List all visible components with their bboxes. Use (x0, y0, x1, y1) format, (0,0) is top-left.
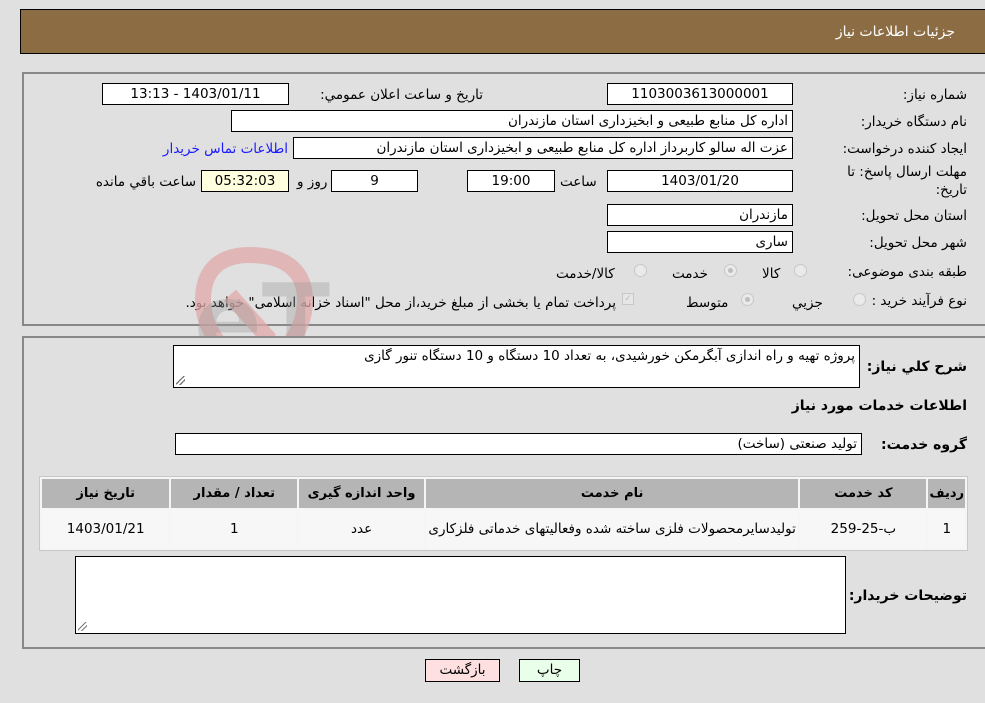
buyer-org-label: نام دستگاه خریدار: (860, 114, 967, 130)
category-radio-goods-service[interactable] (634, 264, 647, 277)
buyer-notes-textarea[interactable] (75, 556, 846, 634)
col-header-service-name: نام خدمت (425, 479, 799, 508)
need-number-label: شماره نیاز: (902, 87, 967, 103)
page-title: جزئیات اطلاعات نیاز (835, 24, 955, 40)
table-row: 1 ب-25-259 تولیدسایرمحصولات فلزی ساخته ش… (42, 510, 965, 548)
delivery-province-label: استان محل تحویل: (861, 208, 967, 224)
cell-service-code: ب-25-259 (800, 510, 927, 548)
category-option-service: خدمت (672, 266, 708, 282)
col-header-need-date: تاریخ نیاز (42, 479, 170, 508)
purchase-type-label: نوع فرآیند خرید : (871, 293, 967, 309)
description-text: پروژه تهیه و راه اندازی آبگرمکن خورشیدی،… (364, 348, 855, 364)
resize-grip-icon[interactable] (176, 376, 185, 385)
col-header-row-number: رديف (928, 479, 965, 508)
buyer-org-field: اداره کل منابع طبیعی و ابخیزداری استان م… (231, 110, 793, 132)
cell-service-name: تولیدسایرمحصولات فلزی ساخته شده وفعالیته… (425, 510, 799, 548)
deadline-time-label: ساعت (560, 174, 597, 190)
description-textarea[interactable]: پروژه تهیه و راه اندازی آبگرمکن خورشیدی،… (173, 345, 860, 388)
category-radio-goods[interactable] (794, 264, 807, 277)
delivery-city-label: شهر محل تحویل: (869, 235, 967, 251)
service-group-label: گروه خدمت: (881, 437, 967, 453)
table-header-row: رديف کد خدمت نام خدمت واحد اندازه گیری ت… (42, 479, 965, 508)
days-label: روز و (297, 174, 328, 190)
delivery-province-field: مازندران (607, 204, 793, 226)
description-label: شرح کلي نياز: (866, 359, 967, 375)
purchase-type-option-minor: جزيي (792, 295, 823, 311)
cell-quantity: 1 (171, 510, 298, 548)
purchase-type-option-medium: متوسط (686, 295, 729, 311)
deadline-time-field: 19:00 (467, 170, 555, 192)
category-option-goods-service: کالا/خدمت (556, 266, 615, 282)
time-remaining-label: ساعت باقي مانده (95, 174, 196, 190)
service-group-field: تولید صنعتی (ساخت) (175, 433, 862, 455)
need-number-field: 1103003613000001 (607, 83, 793, 105)
days-remaining-field: 9 (331, 170, 418, 192)
cell-need-date: 1403/01/21 (42, 510, 170, 548)
deadline-date-field: 1403/01/20 (607, 170, 793, 192)
services-table: رديف کد خدمت نام خدمت واحد اندازه گیری ت… (39, 476, 968, 551)
col-header-quantity: تعداد / مقدار (171, 479, 298, 508)
announce-datetime-label: تاریخ و ساعت اعلان عمومي: (320, 87, 483, 103)
print-button[interactable]: چاپ (519, 659, 580, 682)
services-section-title: اطلاعات خدمات مورد نياز (791, 398, 967, 414)
cell-unit: عدد (299, 510, 424, 548)
purchase-type-radio-minor[interactable] (853, 293, 866, 306)
requester-field: عزت اله سالو کاربرداز اداره کل منابع طبی… (293, 137, 793, 159)
buyer-contact-link[interactable]: اطلاعات تماس خریدار (155, 141, 288, 157)
back-button[interactable]: بازگشت (425, 659, 500, 682)
treasury-note: پرداخت تمام یا بخشی از مبلغ خرید،از محل … (185, 295, 616, 311)
category-radio-service[interactable] (724, 264, 737, 277)
buyer-notes-label: توضیحات خریدار: (848, 588, 967, 604)
requester-label: ایجاد کننده درخواست: (842, 141, 967, 157)
time-remaining-field: 05:32:03 (201, 170, 289, 192)
deadline-label: مهلت ارسال پاسخ: تا (847, 164, 967, 180)
deadline-label-date: تاریخ: (935, 182, 967, 198)
purchase-type-radio-medium[interactable] (741, 293, 754, 306)
cell-row-number: 1 (928, 510, 965, 548)
treasury-checkbox[interactable]: ✓ (622, 293, 634, 305)
category-option-goods: کالا (762, 266, 781, 282)
col-header-service-code: کد خدمت (800, 479, 927, 508)
resize-grip-icon[interactable] (78, 622, 87, 631)
announce-datetime-field: 1403/01/11 - 13:13 (102, 83, 289, 105)
col-header-unit: واحد اندازه گیری (299, 479, 424, 508)
category-label: طبقه بندی موضوعی: (847, 264, 967, 280)
delivery-city-field: ساری (607, 231, 793, 253)
